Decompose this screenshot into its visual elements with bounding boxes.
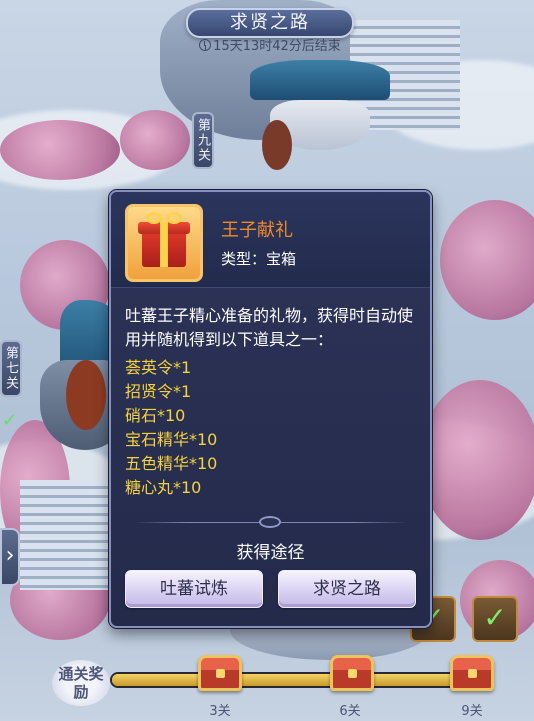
item-description: 吐蕃王子精心准备的礼物，获得时自动使用并随机得到以下道具之一： bbox=[125, 306, 414, 349]
reward-item: 硝石*10 bbox=[125, 406, 186, 425]
event-countdown: 15天13时42分后结束 bbox=[190, 38, 350, 56]
stage-7-marker[interactable]: 第七关 bbox=[0, 340, 22, 397]
item-type: 类型：宝箱 bbox=[221, 248, 296, 269]
chevron-left-icon[interactable]: › bbox=[0, 528, 20, 586]
reward-item: 招贤令*1 bbox=[125, 382, 192, 401]
source-title: 获得途径 bbox=[236, 543, 305, 563]
item-name: 王子献礼 bbox=[221, 220, 293, 241]
countdown-text: 15天13时42分后结束 bbox=[213, 39, 341, 54]
chest-icon[interactable] bbox=[450, 655, 494, 691]
chest-label-6: 6关 bbox=[339, 704, 361, 719]
stage-9-marker[interactable]: 第九关 bbox=[192, 112, 214, 169]
item-tooltip-panel: 王子献礼 类型：宝箱 吐蕃王子精心准备的礼物，获得时自动使用并随机得到以下道具之… bbox=[109, 190, 432, 628]
gift-ribbon bbox=[160, 222, 168, 267]
reward-item: 糖心丸*10 bbox=[125, 478, 202, 497]
progress-fill bbox=[112, 674, 488, 686]
reward-item: 宝石精华*10 bbox=[125, 430, 218, 449]
divider-ornament bbox=[259, 516, 281, 528]
chest-label-9: 9关 bbox=[461, 704, 483, 719]
check-icon: ✓ bbox=[2, 410, 18, 431]
event-title: 求贤之路 bbox=[186, 8, 354, 38]
item-type-label: 类型： bbox=[221, 250, 267, 268]
chest-icon[interactable] bbox=[198, 655, 242, 691]
clock-icon bbox=[199, 39, 212, 51]
source-button-tubo-trial[interactable]: 吐蕃试炼 bbox=[125, 570, 263, 608]
task-complete-icon[interactable]: ✓ bbox=[472, 596, 518, 642]
source-button-talent-road[interactable]: 求贤之路 bbox=[278, 570, 416, 608]
item-type-value: 宝箱 bbox=[266, 250, 297, 268]
reward-item: 五色精华*10 bbox=[125, 454, 218, 473]
reward-list: 荟英令*1 招贤令*1 硝石*10 宝石精华*10 五色精华*10 糖心丸*10 bbox=[125, 356, 217, 500]
item-icon-frame bbox=[125, 204, 203, 282]
clear-reward-badge: 通关奖励 bbox=[52, 660, 110, 706]
chest-icon[interactable] bbox=[330, 655, 374, 691]
clear-progress-bar bbox=[110, 672, 490, 688]
item-header: 王子献礼 类型：宝箱 bbox=[111, 192, 430, 288]
reward-item: 荟英令*1 bbox=[125, 358, 192, 377]
gift-bow bbox=[166, 212, 182, 224]
chest-label-3: 3关 bbox=[209, 704, 231, 719]
gift-bow bbox=[146, 212, 162, 224]
